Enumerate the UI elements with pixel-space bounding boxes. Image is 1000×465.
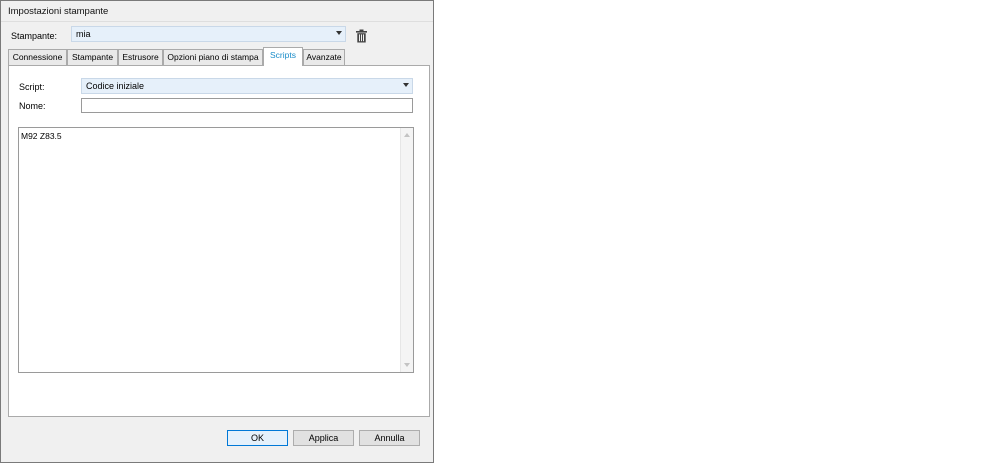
- tab-scripts[interactable]: Scripts: [263, 47, 303, 66]
- printer-select-value: mia: [76, 29, 91, 39]
- script-label: Script:: [19, 82, 45, 92]
- scroll-up-icon[interactable]: [404, 133, 410, 137]
- ok-button[interactable]: OK: [227, 430, 288, 446]
- script-code-text: M92 Z83.5: [21, 131, 62, 141]
- trash-icon[interactable]: [355, 29, 368, 43]
- tab-stampante[interactable]: Stampante: [67, 49, 118, 65]
- window-title: Impostazioni stampante: [8, 6, 109, 17]
- title-bar: Impostazioni stampante: [1, 1, 433, 22]
- printer-select[interactable]: mia: [71, 26, 346, 42]
- printer-settings-window: Impostazioni stampante Stampante: mia Co…: [0, 0, 434, 463]
- tab-connessione[interactable]: Connessione: [8, 49, 67, 65]
- script-editor[interactable]: M92 Z83.5: [18, 127, 414, 373]
- tab-estrusore[interactable]: Estrusore: [118, 49, 163, 65]
- name-input[interactable]: [81, 98, 413, 113]
- chevron-down-icon: [403, 83, 409, 87]
- editor-scrollbar[interactable]: [400, 128, 413, 372]
- script-select-value: Codice iniziale: [86, 81, 145, 91]
- name-label: Nome:: [19, 101, 46, 111]
- scroll-down-icon[interactable]: [404, 363, 410, 367]
- tab-avanzate[interactable]: Avanzate: [303, 49, 345, 65]
- script-select[interactable]: Codice iniziale: [81, 78, 413, 94]
- tab-opzioni-piano-di-stampa[interactable]: Opzioni piano di stampa: [163, 49, 263, 65]
- printer-label: Stampante:: [11, 31, 58, 41]
- cancel-button[interactable]: Annulla: [359, 430, 420, 446]
- chevron-down-icon: [336, 31, 342, 35]
- apply-button[interactable]: Applica: [293, 430, 354, 446]
